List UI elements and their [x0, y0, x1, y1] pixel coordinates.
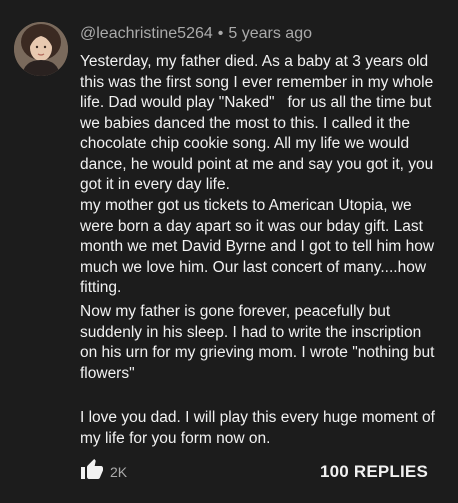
comment-paragraph: Now my father is gone forever, peacefull…: [80, 303, 439, 382]
thumbs-up-icon[interactable]: [80, 458, 104, 484]
comment-header: @leachristine5264 • 5 years ago: [80, 24, 312, 44]
comment-thread: @leachristine5264 • 5 years ago Yesterday,…: [0, 0, 458, 503]
comment-paragraph: my mother got us tickets to American Uto…: [80, 197, 439, 296]
timestamp[interactable]: 5 years ago: [228, 25, 312, 42]
separator-dot: •: [217, 25, 224, 42]
like-count: 2K: [110, 464, 128, 480]
avatar-image: [14, 22, 68, 76]
comment-paragraph: Yesterday, my father died. As a baby at …: [80, 53, 438, 193]
replies-button[interactable]: 100 REPLIES: [320, 462, 428, 482]
avatar[interactable]: [14, 22, 68, 76]
comment-actions: 2K 100 REPLIES: [80, 458, 440, 486]
author-name[interactable]: @leachristine5264: [80, 25, 213, 42]
comment-paragraph: I love you dad. I will play this every h…: [80, 409, 440, 447]
